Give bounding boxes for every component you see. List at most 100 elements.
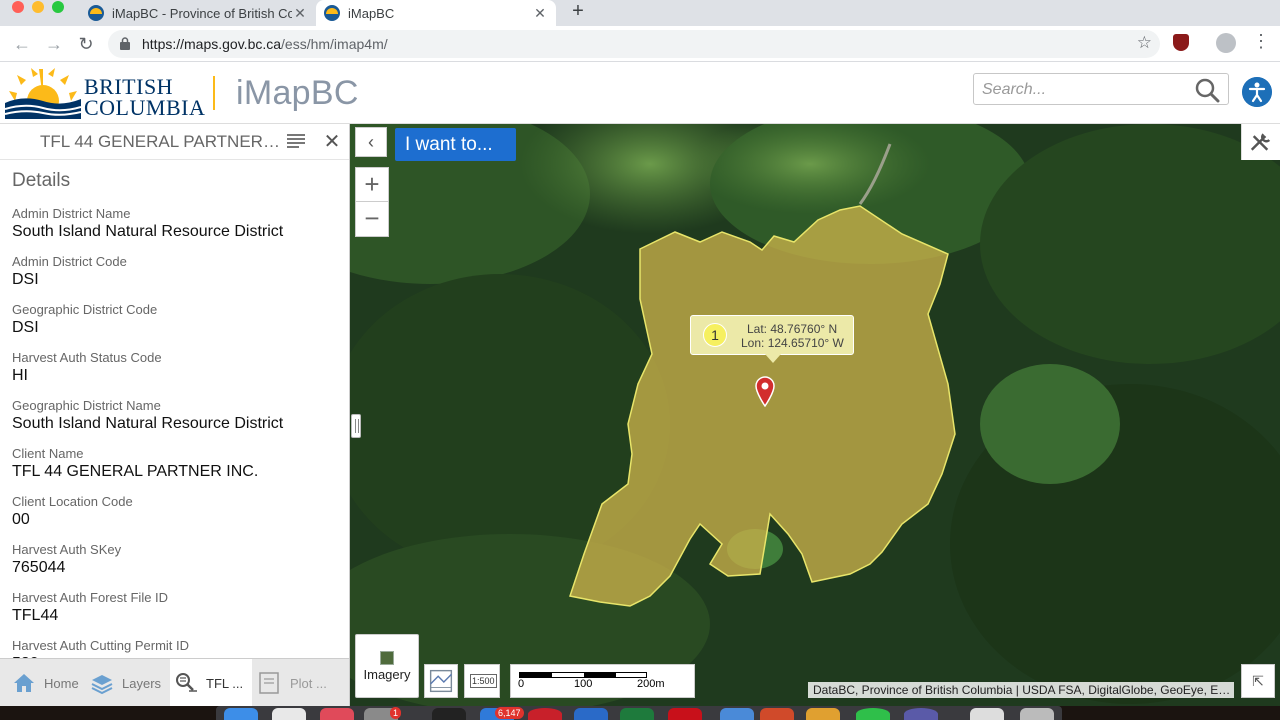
app-icon[interactable]	[970, 708, 1004, 720]
attribute-row: Admin District Name South Island Natural…	[12, 206, 342, 254]
map-view[interactable]	[350, 124, 1280, 706]
overview-map-icon[interactable]	[424, 664, 458, 698]
attribute-value: 00	[12, 511, 30, 528]
attribute-value: HI	[12, 367, 28, 384]
search-box[interactable]	[973, 73, 1229, 105]
tab-plot[interactable]: Plot ...	[258, 659, 327, 707]
attribute-value: 765044	[12, 559, 66, 576]
scale-tick: 100	[574, 678, 593, 690]
tab-home[interactable]: Home	[12, 659, 79, 707]
attribution-toggle-icon[interactable]: ⇱	[1241, 664, 1275, 698]
bc-favicon-icon	[88, 5, 104, 21]
minimize-window-button[interactable]	[32, 1, 44, 13]
app-icon[interactable]	[904, 708, 938, 720]
scale-tick: 200m	[637, 678, 665, 690]
url-host: https://maps.gov.bc.ca	[142, 36, 282, 52]
panel-title: TFL 44 GENERAL PARTNER I...	[40, 132, 282, 151]
attribute-value: TFL 44 GENERAL PARTNER INC.	[12, 463, 259, 480]
tab-tfl[interactable]: TFL ...	[170, 659, 252, 707]
coordinate-popup: 1 Lat: 48.76760° N Lon: 124.65710° W	[690, 315, 854, 363]
header-divider	[213, 76, 215, 110]
trash-icon[interactable]	[1020, 708, 1054, 720]
chrome-icon[interactable]	[272, 708, 306, 720]
list-view-icon[interactable]	[287, 134, 305, 148]
attribute-row: Harvest Auth Cutting Permit ID 580	[12, 638, 342, 658]
attribute-row: Harvest Auth SKey 765044	[12, 542, 342, 590]
collapse-panel-button[interactable]: ‹	[355, 127, 387, 157]
forward-icon[interactable]: →	[42, 32, 66, 56]
plot-icon	[259, 672, 279, 694]
extension-shield-icon[interactable]	[1173, 34, 1189, 51]
close-window-button[interactable]	[12, 1, 24, 13]
browser-tab-2[interactable]: iMapBC ✕	[316, 0, 556, 26]
details-panel: TFL 44 GENERAL PARTNER I... ✕ Details Ad…	[0, 124, 350, 658]
search-input[interactable]	[982, 79, 1182, 101]
browser-toolbar: ← → ↻ https://maps.gov.bc.ca/ess/hm/imap…	[0, 26, 1280, 62]
attribute-row: Harvest Auth Forest File ID TFL44	[12, 590, 342, 638]
accessibility-icon[interactable]	[1242, 77, 1272, 107]
messages-icon[interactable]	[856, 708, 890, 720]
back-icon[interactable]: ←	[10, 32, 34, 56]
browser-tab-1[interactable]: iMapBC - Province of British Columbia ✕	[80, 0, 316, 26]
attribute-value: South Island Natural Resource District	[12, 223, 284, 240]
powerpoint-icon[interactable]	[760, 708, 794, 720]
tab-label: Layers	[122, 675, 162, 691]
app-title: iMapBC	[236, 74, 359, 112]
app-header: BRITISH COLUMBIA iMapBC	[0, 62, 1280, 124]
url-path: /ess/hm/imap4m/	[281, 36, 388, 52]
profile-avatar[interactable]	[1216, 33, 1236, 53]
reload-icon[interactable]: ↻	[74, 32, 98, 56]
map-pin-icon[interactable]	[753, 375, 777, 407]
search-list-icon	[176, 673, 197, 692]
attribute-row: Harvest Auth Status Code HI	[12, 350, 342, 398]
maximize-window-button[interactable]	[52, 1, 64, 13]
excel-icon[interactable]	[620, 708, 654, 720]
notification-badge: 6,147	[495, 707, 524, 719]
app-icon[interactable]	[720, 708, 754, 720]
panel-resize-handle[interactable]	[351, 414, 361, 438]
attribute-value: TFL44	[12, 607, 59, 624]
imagery-thumbnail	[380, 651, 394, 665]
app-icon[interactable]	[528, 708, 562, 720]
zoom-out-button[interactable]: −	[356, 202, 388, 236]
tab-layers[interactable]: Layers	[90, 659, 161, 707]
app-icon[interactable]	[574, 708, 608, 720]
browser-menu-icon[interactable]: ⋮	[1252, 31, 1270, 52]
bc-favicon-icon	[324, 5, 340, 21]
tools-icon[interactable]	[1241, 124, 1280, 160]
attribute-label: Harvest Auth Cutting Permit ID	[12, 638, 190, 653]
music-icon[interactable]	[320, 708, 354, 720]
close-tab-icon[interactable]: ✕	[532, 5, 548, 22]
attribute-label: Client Location Code	[12, 494, 133, 509]
terminal-icon[interactable]	[432, 708, 466, 720]
i-want-to-button[interactable]: I want to...	[395, 128, 516, 161]
zoom-in-button[interactable]: +	[356, 168, 388, 202]
new-tab-button[interactable]: +	[566, 0, 590, 24]
popup-latitude: Lat: 48.76760° N	[747, 322, 838, 336]
attribute-label: Admin District Name	[12, 206, 131, 221]
attribute-label: Client Name	[12, 446, 84, 461]
attribute-row: Client Location Code 00	[12, 494, 342, 542]
app-icon[interactable]	[806, 708, 840, 720]
notification-badge: 1	[390, 707, 402, 719]
address-bar[interactable]: https://maps.gov.bc.ca/ess/hm/imap4m/ ☆	[108, 30, 1160, 58]
bc-logo-icon	[5, 67, 81, 119]
url-text: https://maps.gov.bc.ca/ess/hm/imap4m/	[142, 36, 388, 52]
tab-label: TFL ...	[206, 675, 244, 691]
details-heading: Details	[12, 170, 71, 191]
basemap-switcher[interactable]: Imagery	[355, 634, 419, 698]
scale-selector[interactable]: 1:500	[464, 664, 500, 698]
search-icon[interactable]	[1194, 77, 1220, 103]
attribute-row: Geographic District Name South Island Na…	[12, 398, 342, 446]
close-panel-icon[interactable]: ✕	[322, 129, 342, 153]
bookmark-star-icon[interactable]: ☆	[1137, 33, 1152, 53]
zoom-control: + −	[355, 167, 389, 237]
attribute-label: Admin District Code	[12, 254, 127, 269]
close-tab-icon[interactable]: ✕	[292, 5, 308, 22]
map-attribution: DataBC, Province of British Columbia | U…	[808, 682, 1234, 698]
finder-icon[interactable]	[224, 708, 258, 720]
attribute-label: Geographic District Name	[12, 398, 161, 413]
bottom-tab-bar: Home Layers TFL ... Plot ...	[0, 658, 350, 707]
acrobat-icon[interactable]	[668, 708, 702, 720]
attribute-label: Harvest Auth Status Code	[12, 350, 162, 365]
